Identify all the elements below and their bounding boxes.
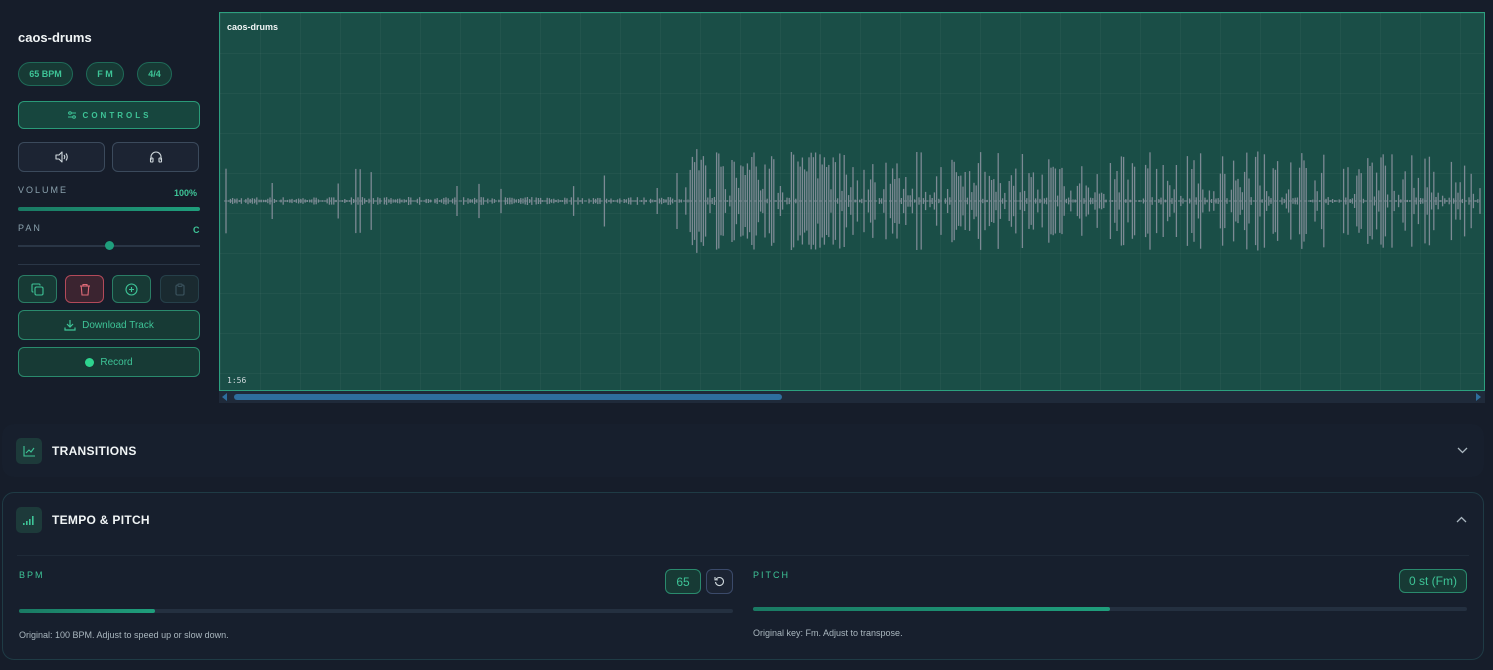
scroll-left-icon[interactable] bbox=[222, 393, 228, 401]
transitions-section[interactable]: TRANSITIONS bbox=[2, 424, 1484, 477]
waveform-canvas[interactable]: caos-drums 1:56 bbox=[219, 12, 1485, 391]
duplicate-button[interactable] bbox=[18, 275, 57, 303]
paste-button[interactable] bbox=[160, 275, 199, 303]
tempo-pitch-title: TEMPO & PITCH bbox=[52, 513, 150, 527]
sliders-icon bbox=[67, 111, 76, 119]
transitions-title: TRANSITIONS bbox=[52, 444, 137, 458]
download-track-label: Download Track bbox=[82, 319, 154, 331]
volume-label: VOLUME bbox=[18, 185, 69, 195]
scroll-right-icon[interactable] bbox=[1476, 393, 1482, 401]
scroll-thumb[interactable] bbox=[234, 394, 782, 400]
reset-bpm-button[interactable] bbox=[706, 569, 733, 594]
waveform bbox=[224, 149, 1481, 253]
pitch-value[interactable]: 0 st (Fm) bbox=[1399, 569, 1467, 593]
bpm-fill bbox=[19, 609, 155, 613]
download-icon bbox=[64, 320, 76, 331]
pitch-label: PITCH bbox=[753, 570, 790, 580]
bpm-slider[interactable] bbox=[19, 609, 733, 613]
record-dot-icon bbox=[85, 357, 95, 367]
clipboard-icon bbox=[174, 283, 185, 296]
divider bbox=[18, 264, 200, 265]
volume-slider[interactable] bbox=[18, 207, 200, 211]
solo-button[interactable] bbox=[112, 142, 199, 172]
key-pill: F M bbox=[86, 62, 124, 86]
pan-label: PAN bbox=[18, 223, 42, 233]
signal-bars-icon bbox=[16, 507, 42, 533]
pan-slider[interactable] bbox=[18, 241, 200, 250]
volume-fill bbox=[18, 207, 200, 211]
speaker-icon bbox=[54, 151, 68, 163]
bpm-help: Original: 100 BPM. Adjust to speed up or… bbox=[19, 630, 229, 640]
waveform-time: 1:56 bbox=[227, 376, 247, 385]
bpm-value[interactable]: 65 bbox=[665, 569, 701, 594]
reset-icon bbox=[714, 577, 724, 587]
plus-circle-icon bbox=[125, 282, 138, 296]
volume-value: 100% bbox=[174, 188, 198, 198]
headphones-icon bbox=[149, 151, 162, 163]
section-divider bbox=[17, 555, 1469, 556]
chart-icon bbox=[16, 438, 42, 464]
record-button[interactable]: Record bbox=[18, 347, 200, 377]
delete-button[interactable] bbox=[65, 275, 104, 303]
pitch-help: Original key: Fm. Adjust to transpose. bbox=[753, 628, 903, 638]
trash-icon bbox=[79, 283, 90, 296]
add-button[interactable] bbox=[112, 275, 151, 303]
chevron-up-icon[interactable] bbox=[1456, 516, 1467, 523]
pan-knob[interactable] bbox=[104, 241, 114, 250]
controls-button[interactable]: CONTROLS bbox=[18, 101, 200, 129]
bpm-pill: 65 BPM bbox=[18, 62, 73, 86]
track-name: caos-drums bbox=[18, 30, 92, 45]
controls-label: CONTROLS bbox=[82, 110, 152, 120]
pitch-slider[interactable] bbox=[753, 607, 1467, 611]
pan-value: C bbox=[193, 225, 200, 235]
chevron-down-icon[interactable] bbox=[1457, 447, 1468, 454]
tempo-pitch-section: TEMPO & PITCH BPM 65 Original: 100 BPM. … bbox=[2, 492, 1484, 660]
mute-button[interactable] bbox=[18, 142, 105, 172]
waveform-scrollbar[interactable] bbox=[219, 391, 1485, 403]
copy-icon bbox=[31, 282, 44, 296]
record-label: Record bbox=[100, 356, 133, 368]
download-track-button[interactable]: Download Track bbox=[18, 310, 200, 340]
bpm-label: BPM bbox=[19, 570, 45, 580]
pitch-fill bbox=[753, 607, 1110, 611]
time-signature-pill: 4/4 bbox=[137, 62, 172, 86]
